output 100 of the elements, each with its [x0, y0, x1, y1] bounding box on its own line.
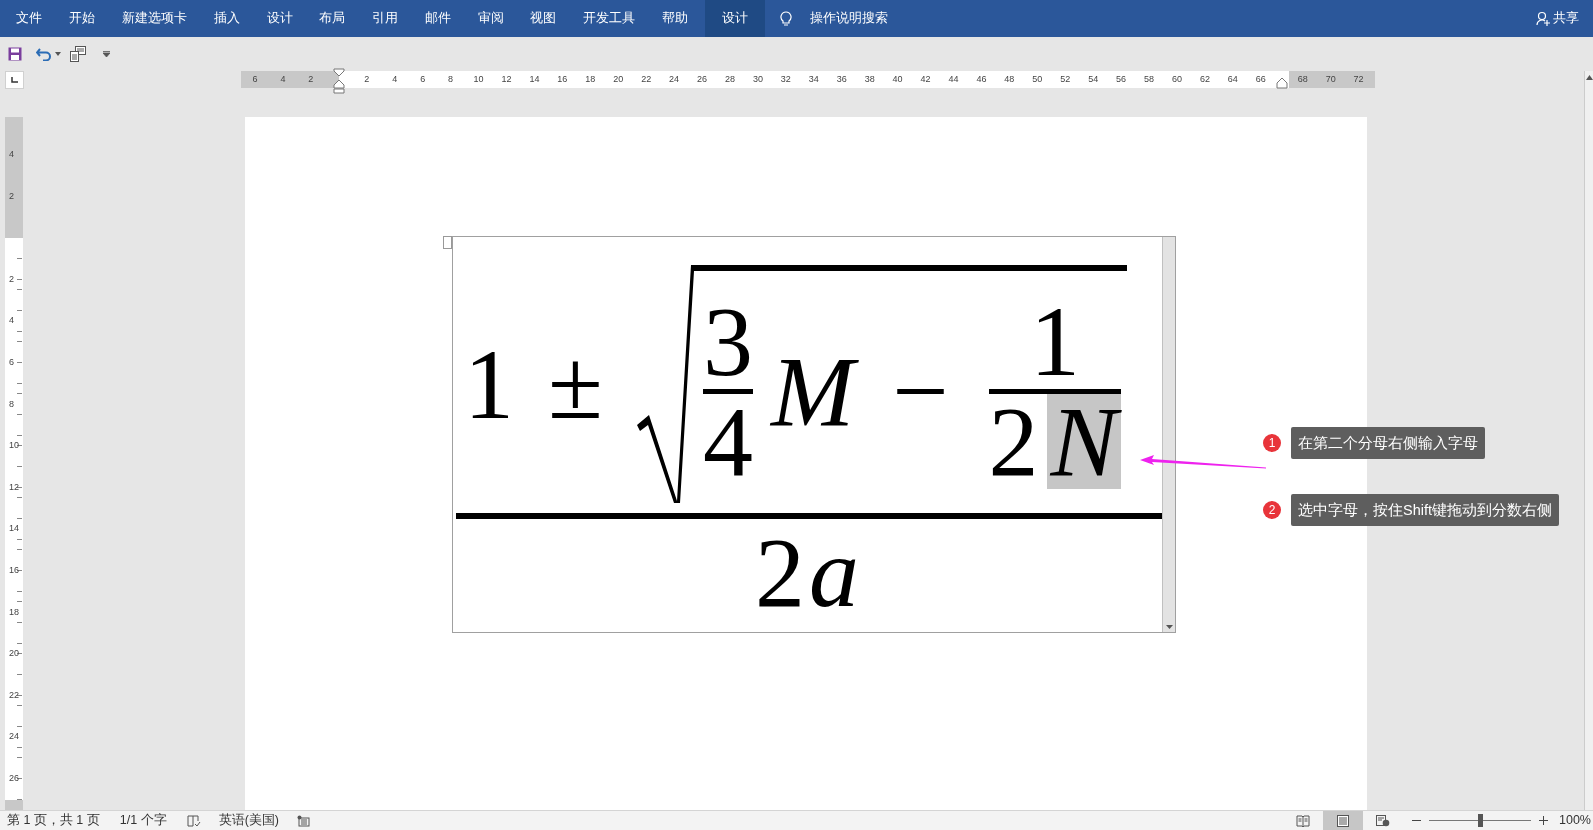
left-tab-icon: [11, 77, 18, 83]
ruler-number: 72: [1352, 73, 1365, 86]
ribbon-tab[interactable]: 新建选项卡: [108, 0, 201, 37]
add-person-icon: [1536, 11, 1551, 26]
ruler-number: 30: [751, 73, 764, 86]
ribbon-tab[interactable]: 开发工具: [569, 0, 649, 37]
vertical-scrollbar[interactable]: [1584, 71, 1593, 811]
zoom-thumb[interactable]: [1478, 814, 1483, 827]
ribbon-tab[interactable]: 布局: [305, 0, 359, 37]
language[interactable]: 英语(美国): [218, 811, 279, 830]
ribbon-tab[interactable]: 引用: [358, 0, 412, 37]
ruler-number: 12: [8, 480, 20, 494]
ruler-number: 8: [8, 397, 15, 411]
ruler-number: 18: [8, 605, 20, 619]
ruler-number: 26: [8, 771, 20, 785]
equation-number: 1: [1029, 293, 1080, 389]
right-indent-marker[interactable]: [1275, 77, 1289, 89]
book-icon: [1296, 814, 1310, 827]
ruler-track[interactable]: 2 4 6 8 10 12 14 16 18 20 22 24 26: [5, 238, 23, 800]
equation-operator: −: [892, 343, 949, 439]
save-icon[interactable]: [8, 47, 22, 61]
ruler-number: 66: [1254, 73, 1267, 86]
ruler-number: 42: [919, 73, 932, 86]
ruler-track[interactable]: 2 4 6 8 10 12 14 16 18 20 22 24 26 28 30 32 34 36 38 40 42 44 46 48 50 52 54 56 58 60 62 64 66: [338, 71, 1289, 88]
ribbon-tab[interactable]: 文件: [3, 0, 56, 37]
ruler-number: 6: [419, 73, 427, 86]
ruler-number: 28: [723, 73, 736, 86]
ruler-number: 36: [835, 73, 848, 86]
ruler-number: 10: [472, 73, 485, 86]
ribbon-tab[interactable]: 设计: [705, 0, 766, 37]
ruler-number: 24: [8, 730, 20, 744]
indent-marker[interactable]: [332, 68, 346, 94]
vertical-ruler[interactable]: 4 2 2 4 6 8 10 12 14 16 18 20 22 24 26: [5, 117, 23, 810]
tab-selector[interactable]: [5, 71, 24, 89]
ruler-number: 10: [8, 439, 20, 453]
ruler-number: 6: [8, 355, 15, 369]
equation-variable: M: [766, 343, 859, 439]
equation-variable: N: [1046, 393, 1122, 489]
ruler-number: 20: [612, 73, 625, 86]
print-layout-button[interactable]: [1323, 810, 1363, 830]
ribbon-tab[interactable]: 帮助: [648, 0, 702, 37]
equation-variable: a: [808, 525, 860, 620]
ruler-number: 70: [1324, 73, 1337, 86]
callout-bubble: 选中字母，按住Shift键拖动到分数右侧: [1291, 494, 1559, 526]
ruler-number: 4: [8, 148, 15, 161]
equation-handle[interactable]: [443, 236, 452, 249]
ruler-number: 50: [1031, 73, 1044, 86]
proofing-icon[interactable]: [186, 814, 201, 827]
document-icon[interactable]: [69, 46, 87, 62]
ruler-number: 16: [8, 563, 20, 577]
caret-icon[interactable]: [55, 52, 61, 56]
undo-icon[interactable]: [36, 47, 52, 61]
equation-number: 4: [702, 393, 753, 489]
ribbon-tab[interactable]: 插入: [200, 0, 254, 37]
ruler-number: 32: [779, 73, 792, 86]
ruler-number: 22: [640, 73, 653, 86]
ruler-number: 24: [668, 73, 681, 86]
ruler-number: 56: [1115, 73, 1128, 86]
scroll-up-icon[interactable]: [1586, 75, 1593, 80]
ruler-number: 2: [307, 73, 315, 86]
ruler-number: 2: [363, 73, 371, 86]
word-count: 1/1 个字: [119, 812, 167, 830]
ruler-number: 34: [807, 73, 820, 86]
dropdown-icon[interactable]: [103, 51, 110, 57]
ruler-number: 38: [863, 73, 876, 86]
ruler-number: 14: [528, 73, 541, 86]
ruler-number: 54: [1087, 73, 1100, 86]
tell-me-search[interactable]: 操作说明搜索: [810, 9, 889, 28]
ruler-number: 60: [1170, 73, 1183, 86]
page-count: 第 1 页，共 1 页: [7, 812, 100, 830]
ruler-number: 16: [556, 73, 569, 86]
macro-icon[interactable]: [297, 814, 310, 827]
equation-number: 3: [702, 293, 753, 389]
ruler-number: 12: [500, 73, 513, 86]
ruler-number: 2: [8, 272, 15, 286]
equation-number: 2: [755, 525, 805, 620]
ruler-number: 22: [8, 688, 20, 702]
ruler-number: 20: [8, 647, 20, 661]
caret-icon[interactable]: [1165, 625, 1173, 629]
ruler-number: 62: [1198, 73, 1211, 86]
ribbon-tab[interactable]: 开始: [55, 0, 109, 37]
ruler-number: 58: [1143, 73, 1156, 86]
zoom-level[interactable]: 100%: [1559, 811, 1591, 830]
ruler-number: 4: [8, 314, 15, 328]
equation-number: 1: [464, 336, 514, 432]
equation-operator: ±: [548, 336, 603, 432]
lightbulb-icon: [780, 10, 793, 27]
share-button[interactable]: 共享: [1553, 9, 1579, 28]
plus-icon: [1538, 816, 1548, 825]
ribbon-tab[interactable]: 审阅: [464, 0, 518, 37]
ruler-number: 52: [1059, 73, 1072, 86]
ruler-number: 46: [975, 73, 988, 86]
ruler-number: 26: [696, 73, 709, 86]
ribbon-tab[interactable]: 视图: [517, 0, 570, 37]
ribbon-tab[interactable]: 设计: [253, 0, 306, 37]
ruler-number: 4: [279, 73, 287, 86]
ruler-number: 4: [391, 73, 399, 86]
callout-bubble: 在第二个分母右侧输入字母: [1291, 427, 1485, 459]
minus-icon: [1411, 819, 1421, 822]
ribbon-tab[interactable]: 邮件: [411, 0, 465, 37]
